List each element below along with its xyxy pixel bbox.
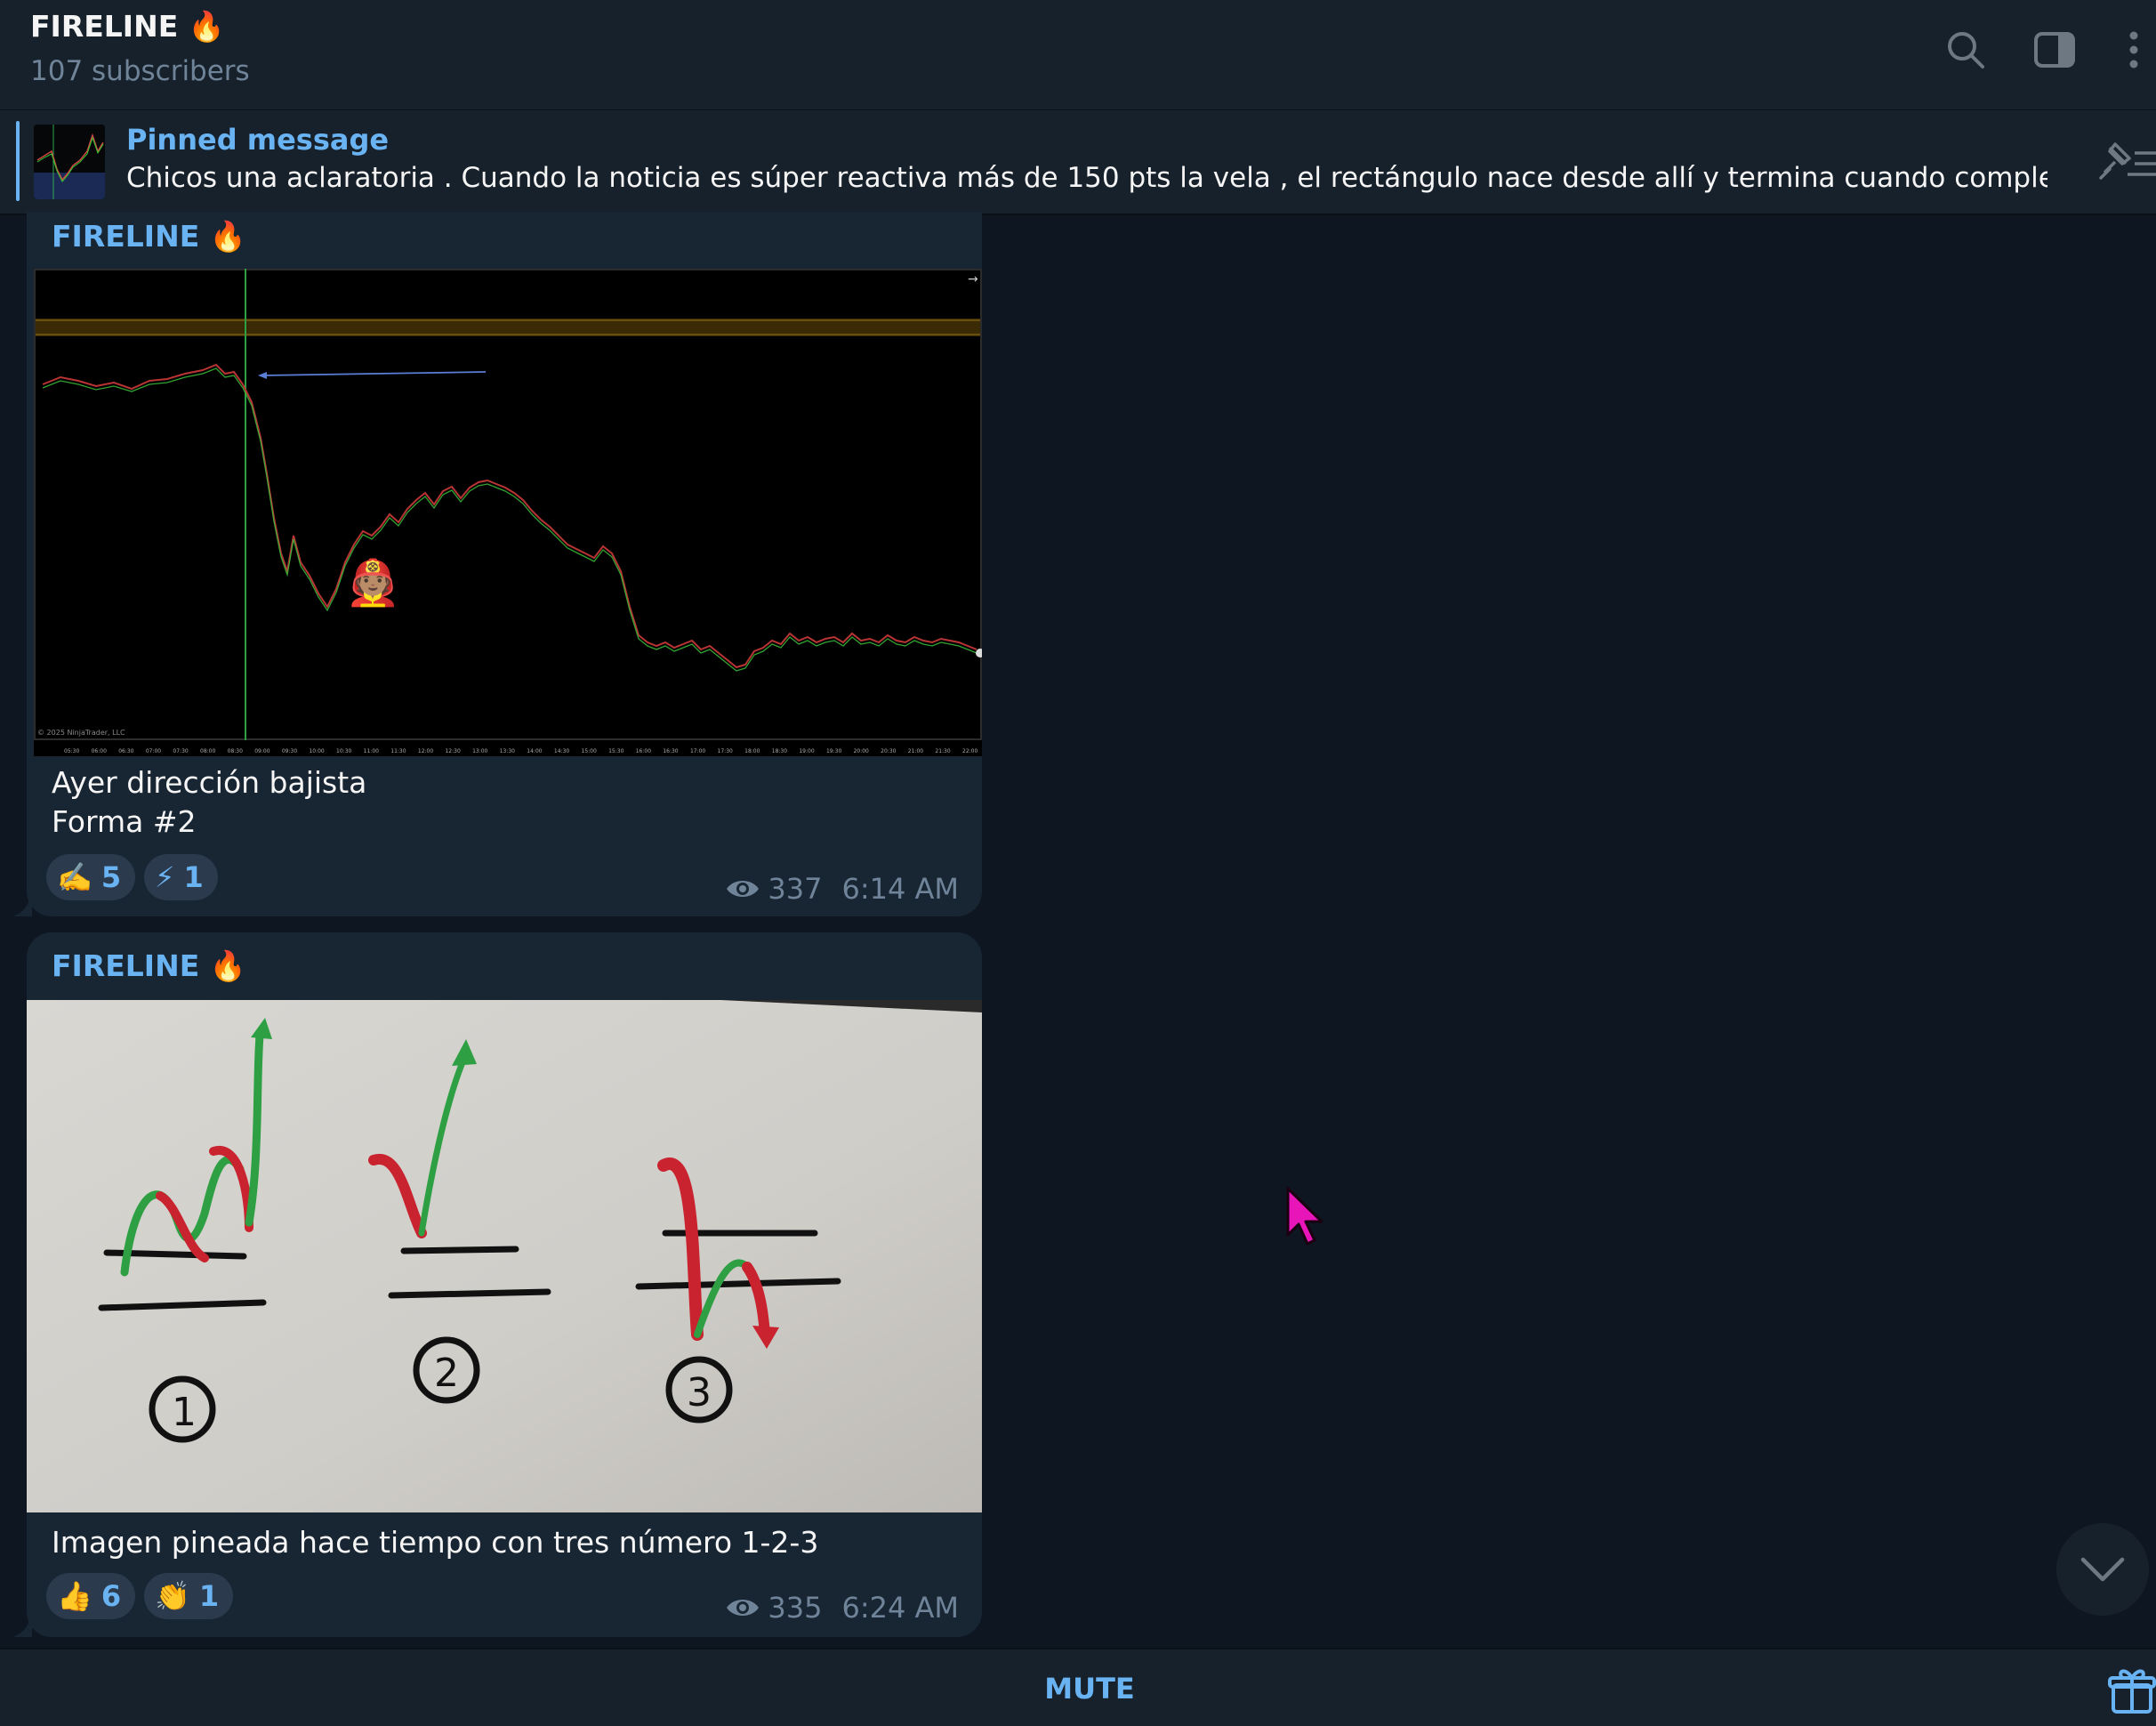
pinned-list-button[interactable] — [2096, 137, 2156, 190]
chart-axis-time-label: 08:00 — [200, 748, 215, 754]
bubble-tail — [12, 1614, 32, 1637]
chart-axis-time-label: 13:30 — [500, 748, 515, 754]
chart-axis-time-label: 12:30 — [445, 748, 460, 754]
chevron-down-icon — [2080, 1557, 2125, 1582]
gift-button[interactable] — [2108, 1666, 2156, 1715]
chart-axis-time-label: 18:30 — [772, 748, 787, 754]
bubble-tail — [12, 893, 32, 916]
message-time: 6:24 AM — [841, 1591, 959, 1625]
chart-axis-time-label: 13:00 — [472, 748, 487, 754]
pin-list-icon — [2099, 142, 2156, 180]
scroll-to-bottom-button[interactable] — [2056, 1523, 2149, 1616]
views-eye-icon — [727, 881, 760, 897]
chart-axis-time-label: 06:30 — [118, 748, 133, 754]
message-caption-line1: Ayer dirección bajista — [52, 765, 367, 800]
subscriber-count: 107 subscribers — [30, 55, 250, 87]
chart-axis-time-label: 14:30 — [554, 748, 569, 754]
chart-axis-time-label: 05:30 — [64, 748, 79, 754]
reaction-zap[interactable]: ⚡ 1 — [144, 854, 218, 900]
chart-axis-time-label: 06:00 — [92, 748, 107, 754]
chart-axis-time-label: 19:00 — [799, 748, 814, 754]
pinned-message-bar[interactable]: Pinned message Chicos una aclaratoria . … — [0, 110, 2156, 215]
message-meta: 335 6:24 AM — [725, 1591, 959, 1625]
chart-axis-time-label: 09:00 — [254, 748, 270, 754]
reaction-thumbs-up[interactable]: 👍 6 — [46, 1573, 136, 1619]
message-bubble[interactable]: FIRELINE 🔥 1 2 3 Imagen pineada hace tie… — [27, 932, 982, 1637]
message-caption-line2: Forma #2 — [52, 804, 197, 839]
chart-axis-time-label: 14:00 — [527, 748, 542, 754]
chart-axis-time-label: 17:30 — [718, 748, 733, 754]
search-icon — [1948, 32, 1984, 69]
reaction-count: 1 — [198, 1579, 220, 1613]
chart-axis-time-label: 19:30 — [826, 748, 841, 754]
chart-axis-time-label: 15:00 — [582, 748, 597, 754]
drawing-number-2: 2 — [434, 1351, 459, 1396]
svg-text:→: → — [968, 272, 978, 286]
more-vert-icon — [2129, 31, 2138, 69]
chart-axis-time-label: 21:00 — [908, 748, 923, 754]
views-eye-icon — [727, 1600, 760, 1616]
message-author[interactable]: FIRELINE 🔥 — [52, 948, 246, 984]
sidebar-toggle-icon — [2034, 32, 2075, 68]
zap-emoji: ⚡ — [155, 860, 175, 894]
thumbs-up-emoji: 👍 — [57, 1579, 93, 1613]
mouse-cursor-icon — [1286, 1187, 1323, 1246]
chart-axis-time-label: 21:30 — [935, 748, 950, 754]
view-count: 337 — [768, 872, 823, 906]
reaction-writing-hand[interactable]: ✍️ 5 — [46, 854, 136, 900]
chat-header[interactable]: FIRELINE 🔥 107 subscribers — [0, 0, 2156, 110]
chart-axis-time-label: 09:30 — [282, 748, 297, 754]
chart-axis-time-label: 11:00 — [364, 748, 379, 754]
chart-axis-time-label: 22:00 — [962, 748, 977, 754]
message-time: 6:14 AM — [841, 872, 959, 906]
writing-hand-emoji: ✍️ — [57, 860, 93, 894]
message-meta: 337 6:14 AM — [725, 872, 959, 906]
pinned-thumbnail — [34, 125, 105, 199]
chart-axis-time-label: 16:30 — [663, 748, 678, 754]
reaction-count: 1 — [183, 860, 204, 894]
chart-axis-time-label: 15:30 — [608, 748, 623, 754]
sidebar-toggle-button[interactable] — [2028, 23, 2081, 77]
pinned-text: Chicos una aclaratoria . Cuando la notic… — [126, 162, 2047, 194]
search-button[interactable] — [1939, 23, 1992, 77]
chart-axis-time-label: 16:00 — [636, 748, 651, 754]
message-photo-chart[interactable]: → 🧑🏽‍🚒 © 2025 NinjaTrader, LLC 05:30 06:0… — [34, 269, 982, 756]
chart-axis-time-label: 11:30 — [390, 748, 406, 754]
mute-button[interactable]: MUTE — [1023, 1666, 1156, 1712]
chart-axis-time-label: 10:30 — [336, 748, 351, 754]
clap-emoji: 👏 — [155, 1579, 190, 1613]
reaction-count: 5 — [101, 860, 122, 894]
chart-axis-time-label: 07:30 — [173, 748, 188, 754]
message-caption: Imagen pineada hace tiempo con tres núme… — [52, 1525, 819, 1560]
chart-axis-time-label: 18:00 — [744, 748, 760, 754]
reaction-clap[interactable]: 👏 1 — [144, 1573, 234, 1619]
gift-icon — [2108, 1669, 2156, 1714]
chart-watermark: © 2025 NinjaTrader, LLC — [37, 729, 125, 737]
message-bubble[interactable]: FIRELINE 🔥 → 🧑🏽‍🚒 © 2025 NinjaTra — [27, 212, 982, 916]
reaction-count: 6 — [101, 1579, 122, 1613]
drawing-number-3: 3 — [687, 1370, 712, 1415]
message-photo-drawing[interactable]: 1 2 3 — [27, 1000, 982, 1512]
chart-axis-time-label: 17:00 — [690, 748, 705, 754]
drawing-number-1: 1 — [172, 1390, 197, 1435]
chat-title[interactable]: FIRELINE 🔥 — [30, 9, 225, 44]
svg-text:🧑🏽‍🚒: 🧑🏽‍🚒 — [345, 557, 400, 609]
view-count: 335 — [768, 1591, 823, 1625]
chart-axis-time-label: 08:30 — [228, 748, 243, 754]
chart-axis-time-label: 20:30 — [881, 748, 896, 754]
chart-axis-time-label: 07:00 — [146, 748, 161, 754]
chart-axis-time-label: 20:00 — [854, 748, 869, 754]
pinned-label: Pinned message — [126, 123, 390, 157]
pinned-indicator — [16, 121, 20, 201]
chart-axis-time-label: 12:00 — [418, 748, 433, 754]
more-options-button[interactable] — [2112, 23, 2156, 77]
bottom-bar: MUTE — [0, 1648, 2156, 1726]
chart-axis-time-label: 10:00 — [309, 748, 324, 754]
message-author[interactable]: FIRELINE 🔥 — [52, 219, 246, 254]
